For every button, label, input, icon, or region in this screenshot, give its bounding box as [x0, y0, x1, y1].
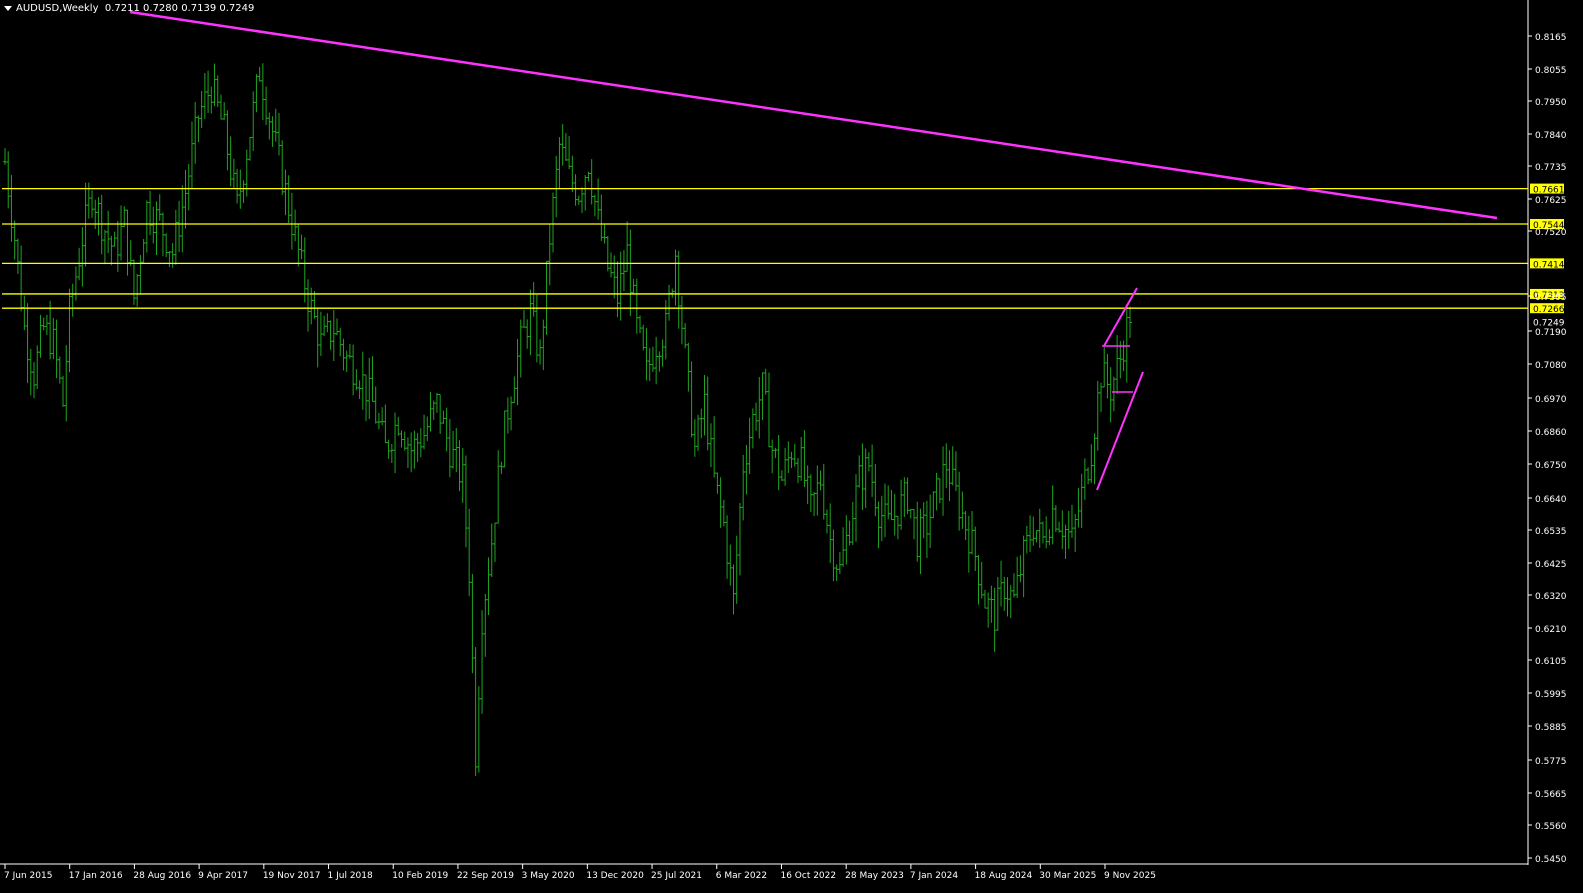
y-tick-label: 0.5775 — [1535, 757, 1567, 767]
chart-header: AUDUSD,Weekly 0.7211 0.7280 0.7139 0.724… — [4, 3, 254, 14]
y-tick-label: 0.7735 — [1535, 163, 1567, 173]
y-tick-label: 0.7840 — [1535, 131, 1567, 141]
price-chart[interactable]: 0.76610.75440.74140.73130.72660.7249 0.8… — [0, 0, 1583, 893]
y-tick-label: 0.5885 — [1535, 723, 1567, 733]
y-tick-label: 0.5665 — [1535, 790, 1567, 800]
y-tick-label: 0.7305 — [1535, 293, 1567, 303]
level-price-label: 0.7414 — [1533, 260, 1565, 270]
x-tick-label: 28 Aug 2016 — [133, 871, 191, 881]
y-tick-label: 0.7950 — [1535, 98, 1567, 108]
level-price-label: 0.7661 — [1533, 186, 1565, 196]
level-price-label: 0.7266 — [1533, 305, 1565, 315]
x-tick-label: 3 May 2020 — [522, 871, 575, 881]
x-tick-label: 25 Jul 2021 — [651, 871, 702, 881]
y-tick-label: 0.7190 — [1535, 328, 1567, 338]
x-tick-label: 6 Mar 2022 — [716, 871, 767, 881]
y-tick-label: 0.6425 — [1535, 560, 1567, 570]
y-tick-label: 0.7520 — [1535, 228, 1567, 238]
y-tick-label: 0.6860 — [1535, 428, 1567, 438]
x-tick-label: 28 May 2023 — [845, 871, 904, 881]
x-tick-label: 17 Jan 2016 — [69, 871, 123, 881]
x-tick-label: 13 Dec 2020 — [586, 871, 644, 881]
y-tick-label: 0.5995 — [1535, 690, 1567, 700]
y-tick-label: 0.6750 — [1535, 461, 1567, 471]
y-tick-label: 0.6210 — [1535, 625, 1567, 635]
menu-triangle-icon[interactable] — [4, 5, 12, 11]
y-tick-label: 0.7625 — [1535, 196, 1567, 206]
x-tick-label: 7 Jun 2015 — [4, 871, 52, 881]
symbol-timeframe: AUDUSD,Weekly — [16, 3, 99, 14]
x-tick-label: 10 Feb 2019 — [392, 871, 448, 881]
x-tick-label: 22 Sep 2019 — [457, 871, 514, 881]
y-tick-label: 0.8165 — [1535, 33, 1567, 43]
x-tick-label: 9 Apr 2017 — [198, 871, 248, 881]
y-tick-label: 0.6640 — [1535, 495, 1567, 505]
x-tick-label: 19 Nov 2017 — [263, 871, 321, 881]
chart-background — [0, 0, 1583, 893]
y-tick-label: 0.7080 — [1535, 361, 1567, 371]
y-tick-label: 0.5560 — [1535, 822, 1567, 832]
x-tick-label: 7 Jan 2024 — [910, 871, 958, 881]
x-tick-label: 9 Nov 2025 — [1104, 871, 1156, 881]
x-tick-label: 30 Mar 2025 — [1039, 871, 1096, 881]
y-tick-label: 0.6535 — [1535, 527, 1567, 537]
y-tick-label: 0.6320 — [1535, 592, 1567, 602]
x-tick-label: 16 Oct 2022 — [780, 871, 836, 881]
current-price-label: 0.7249 — [1533, 318, 1565, 328]
x-tick-label: 1 Jul 2018 — [328, 871, 373, 881]
ohlc-values: 0.7211 0.7280 0.7139 0.7249 — [104, 3, 255, 14]
y-tick-label: 0.6105 — [1535, 657, 1567, 667]
y-tick-label: 0.8055 — [1535, 66, 1567, 76]
y-tick-label: 0.6970 — [1535, 395, 1567, 405]
x-tick-label: 18 Aug 2024 — [975, 871, 1033, 881]
y-tick-label: 0.5450 — [1535, 855, 1567, 865]
